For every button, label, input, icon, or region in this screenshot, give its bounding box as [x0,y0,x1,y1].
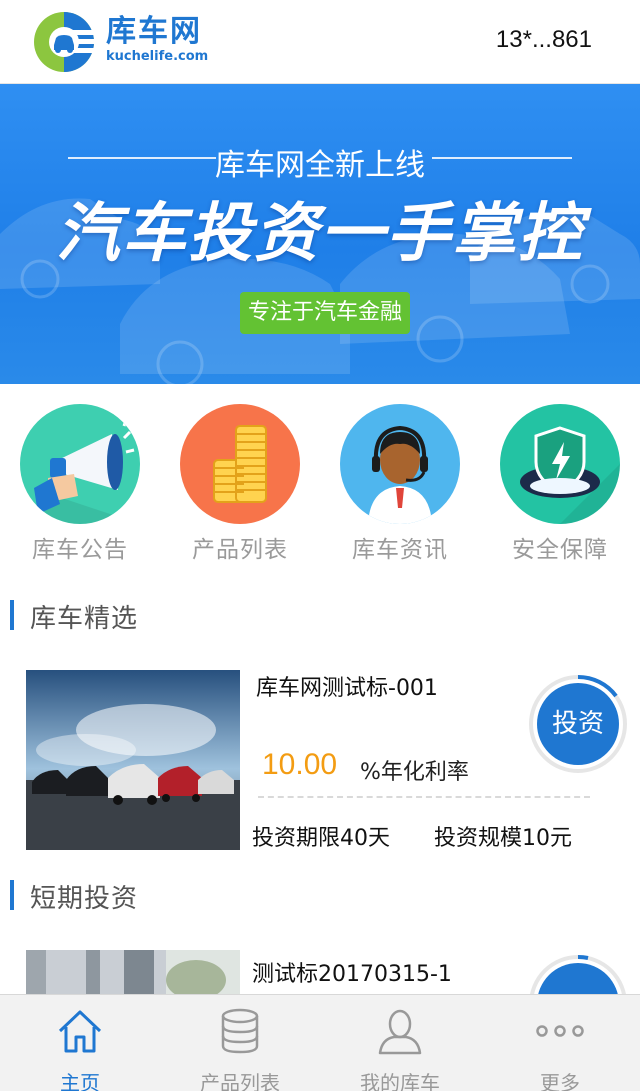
tab-label: 我的库车 [360,1071,440,1091]
tab-home[interactable]: 主页 [0,995,160,1091]
app-header: 库车网 kuchelife.com 13*...861 [0,0,640,84]
section-short-term: 短期投资 [0,878,640,918]
dashed-divider [258,796,590,798]
tab-label: 更多 [540,1071,580,1091]
annual-rate-value: 10.00 [262,748,338,781]
database-icon [221,1008,259,1054]
quick-link-security[interactable]: 安全保障 [500,404,620,564]
tab-more[interactable]: 更多 [480,995,640,1091]
annual-rate-label: %年化利率 [360,760,469,785]
product-card[interactable]: 库车网测试标-001 10.00 %年化利率 投资期限40天 投资规模10元 投… [0,670,640,860]
banner-title: 汽车投资一手掌控 [56,197,584,271]
section-title: 库车精选 [30,604,139,634]
coins-icon [180,404,300,524]
banner-cta-button[interactable]: 专注于汽车金融 [240,292,410,334]
investment-scale: 投资规模10元 [434,826,572,851]
quick-link-label: 产品列表 [192,537,288,563]
section-title: 短期投资 [30,884,139,914]
invest-button-label: 投资 [551,709,604,739]
user-icon [378,1009,422,1055]
investment-term: 投资期限40天 [252,826,390,851]
section-featured: 库车精选 [0,598,640,638]
customer-service-icon [340,404,460,524]
quick-link-label: 安全保障 [512,537,608,563]
user-phone-number[interactable]: 13*...861 [496,26,592,54]
invest-button[interactable]: 投资 [528,674,628,774]
tab-products[interactable]: 产品列表 [160,995,320,1091]
product-image [26,670,240,850]
product-name[interactable]: 库车网测试标-001 [256,670,438,702]
brand-name: 库车网 kuchelife.com [106,14,208,64]
tab-label: 产品列表 [200,1071,280,1091]
quick-link-announcements[interactable]: 库车公告 [20,404,140,564]
section-accent-bar [10,600,14,630]
home-icon [58,1010,102,1053]
brand-domain: kuchelife.com [106,49,209,64]
quick-link-news[interactable]: 库车资讯 [340,404,460,564]
more-dots-icon [536,1025,584,1037]
megaphone-icon [20,404,140,524]
quick-link-label: 库车公告 [32,537,128,563]
banner-subtitle: 库车网全新上线 [215,148,425,183]
product-name[interactable]: 测试标20170315-1 [252,956,452,988]
tab-label: 主页 [60,1071,100,1091]
shield-icon [500,404,620,524]
tab-my-account[interactable]: 我的库车 [320,995,480,1091]
section-accent-bar [10,880,14,910]
brand-name-cn: 库车网 [106,14,202,49]
promo-banner[interactable]: 库车网全新上线 汽车投资一手掌控 专注于汽车金融 [0,84,640,384]
kuche-logo-icon[interactable] [32,10,96,74]
quick-link-label: 库车资讯 [352,537,448,563]
quick-link-products[interactable]: 产品列表 [180,404,300,564]
quick-links: 库车公告 产品列表 库车资讯 安全保障 [0,404,640,564]
bottom-tab-bar: 主页 产品列表 我的库车 更多 [0,994,640,1091]
